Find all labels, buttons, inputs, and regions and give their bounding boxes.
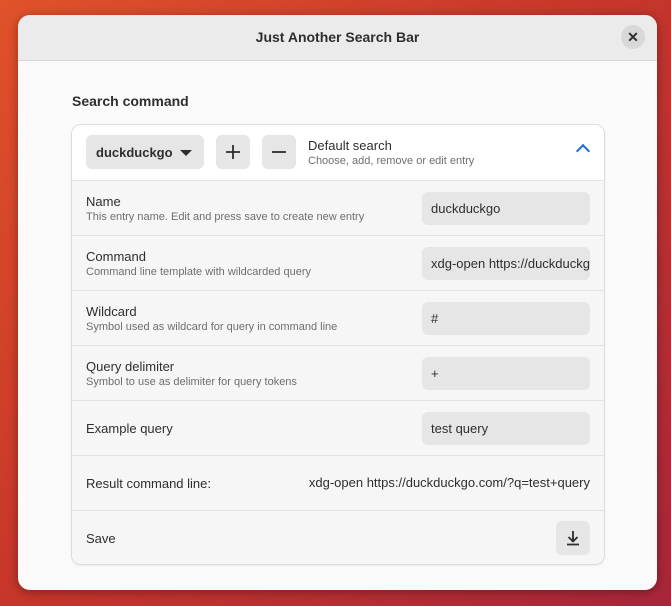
engine-dropdown-label: duckduckgo [96,144,173,160]
save-button[interactable] [556,521,590,555]
close-button[interactable]: ✕ [621,25,645,49]
command-sublabel: Command line template with wildcarded qu… [86,265,311,278]
minus-icon [272,151,286,153]
command-label: Command [86,248,146,264]
command-row: Command Command line template with wildc… [72,235,604,290]
wildcard-input[interactable]: # [422,302,590,335]
query-delimiter-input[interactable]: + [422,357,590,390]
example-query-input[interactable]: test query [422,412,590,445]
wildcard-row: Wildcard Symbol used as wildcard for que… [72,290,604,345]
query-delimiter-row: Query delimiter Symbol to use as delimit… [72,345,604,400]
command-input[interactable]: xdg-open https://duckduckgo.com/?q=# [422,247,590,280]
header-bar: Just Another Search Bar ✕ [18,15,657,61]
result-command-value: xdg-open https://duckduckgo.com/?q=test+… [308,475,590,490]
section-title: Search command [72,93,189,109]
close-icon: ✕ [627,28,639,45]
engine-dropdown[interactable]: duckduckgo [86,135,204,169]
save-label: Save [86,530,116,546]
download-icon [567,531,579,546]
remove-entry-button[interactable] [262,135,296,169]
add-entry-button[interactable] [216,135,250,169]
expander-labels: Default search Choose, add, remove or ed… [308,125,474,180]
search-command-list: duckduckgo Default search Choose, add, r… [71,124,605,565]
example-query-row: Example query test query [72,400,604,455]
example-query-label: Example query [86,420,173,436]
query-delimiter-label: Query delimiter [86,358,175,374]
expander-title: Default search [308,138,392,153]
name-label: Name [86,193,121,209]
name-row: Name This entry name. Edit and press sav… [72,180,604,235]
default-search-expander[interactable]: duckduckgo Default search Choose, add, r… [72,125,604,180]
result-row: Result command line: xdg-open https://du… [72,455,604,510]
query-delimiter-sublabel: Symbol to use as delimiter for query tok… [86,375,297,388]
name-sublabel: This entry name. Edit and press save to … [86,210,365,223]
window-title: Just Another Search Bar [255,29,420,45]
expander-subtitle: Choose, add, remove or edit entry [308,155,475,167]
plus-icon [226,145,240,159]
app-window: Just Another Search Bar ✕ Search command… [18,15,657,590]
chevron-down-icon [180,150,192,156]
wildcard-sublabel: Symbol used as wildcard for query in com… [86,320,338,333]
chevron-up-icon[interactable] [575,143,591,159]
name-input[interactable]: duckduckgo [422,192,590,225]
result-label: Result command line: [86,475,211,491]
wildcard-label: Wildcard [86,303,137,319]
save-row: Save [72,510,604,564]
